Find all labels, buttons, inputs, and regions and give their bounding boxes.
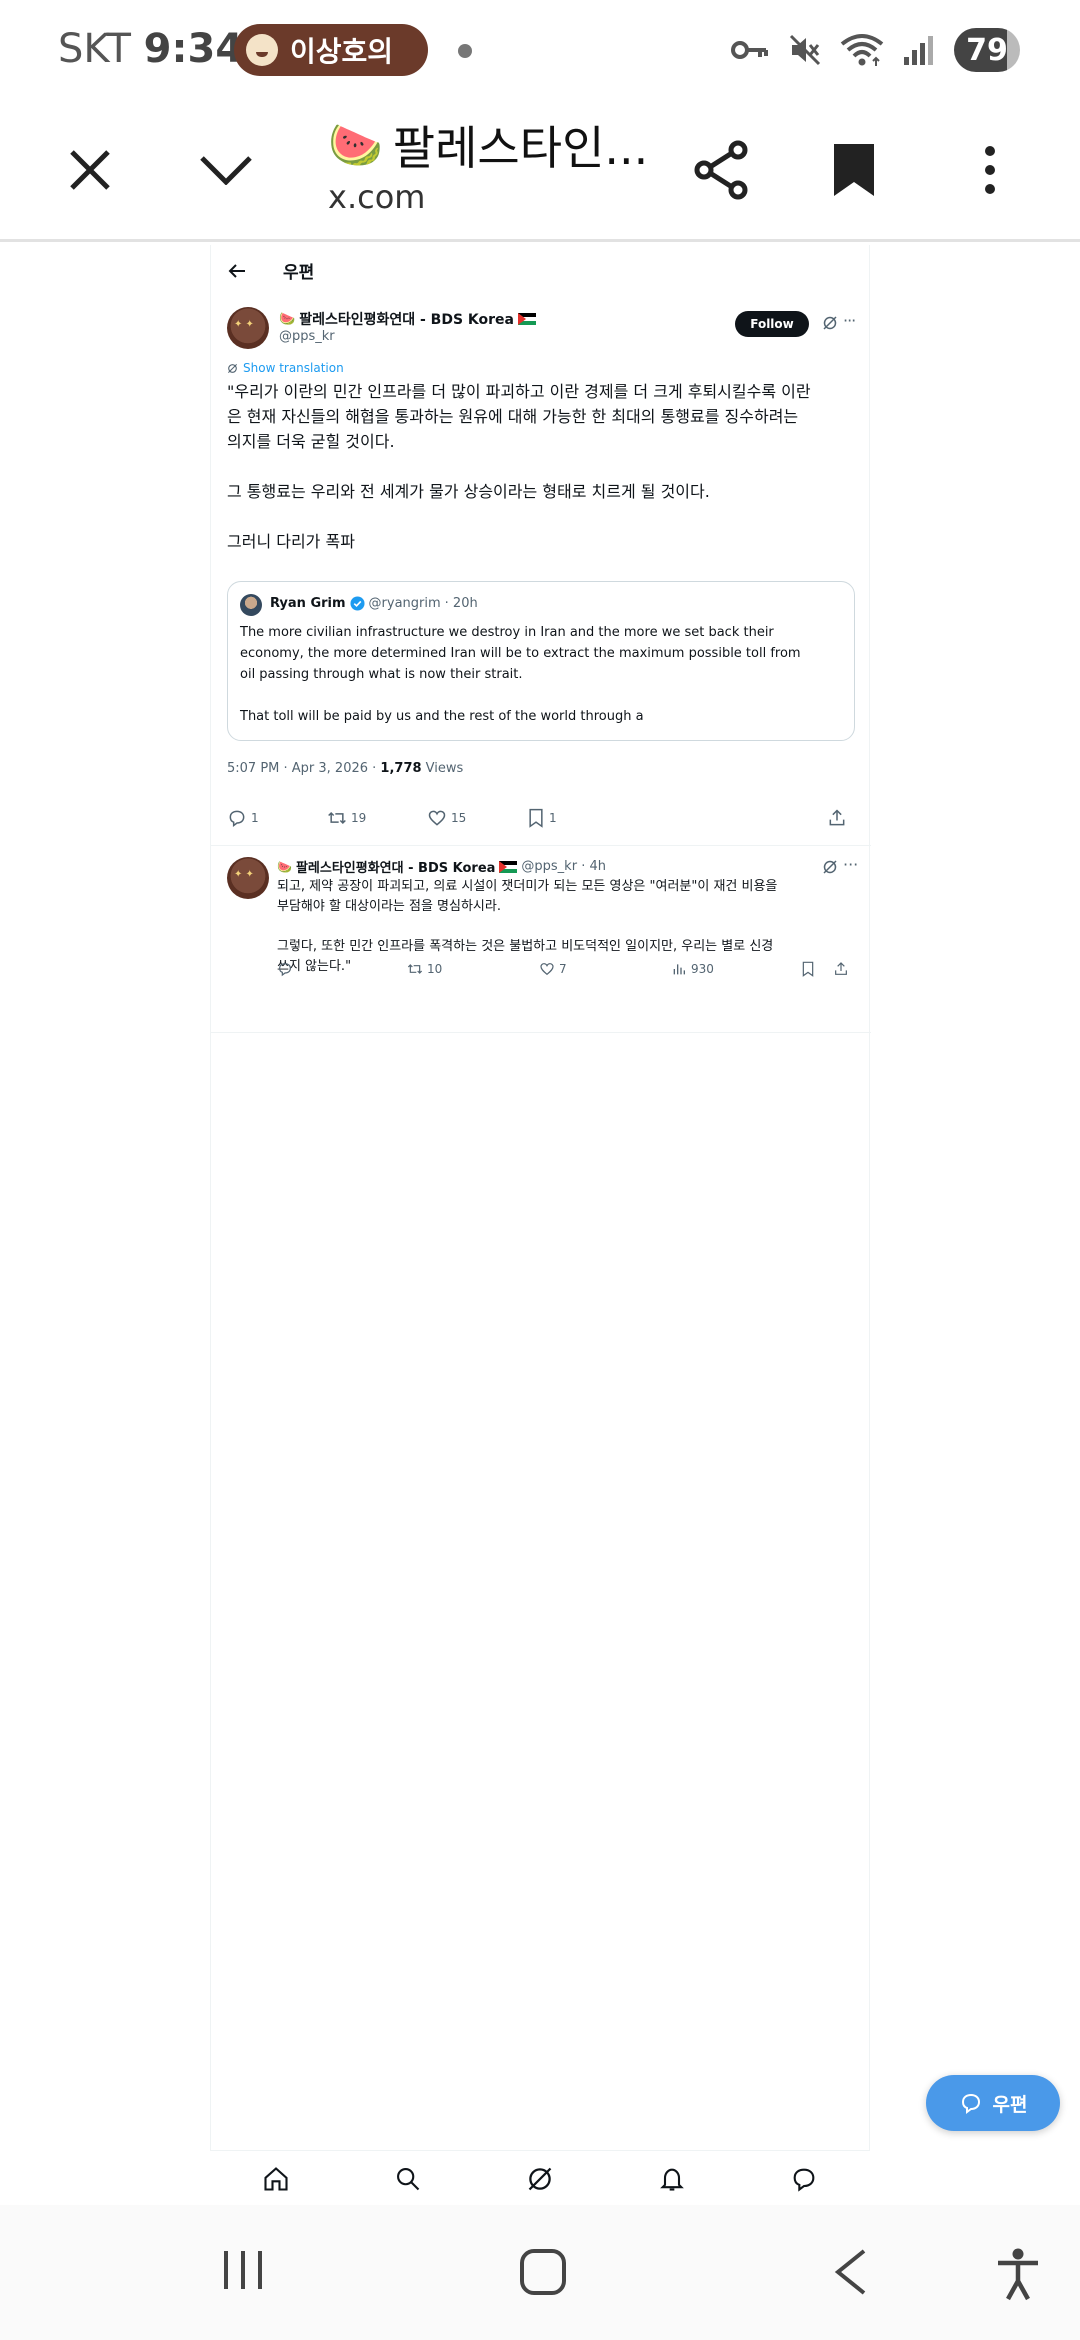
page-content: 우편 🍉 팔레스타인평화연대 - BDS Korea @pps_kr Follo… (210, 245, 871, 2150)
bookmark-button[interactable] (814, 130, 894, 210)
verified-badge-icon (350, 596, 365, 611)
reply-author[interactable]: 🍉 팔레스타인평화연대 - BDS Korea @pps_kr · 4h (277, 857, 606, 876)
grok-icon (227, 363, 238, 373)
like-button[interactable]: 15 (427, 808, 466, 828)
quoted-avatar (240, 594, 262, 616)
reply-icon (229, 810, 245, 827)
share-button[interactable] (682, 130, 762, 210)
share-upload-icon (835, 962, 847, 975)
accessibility-icon[interactable] (994, 2247, 1042, 2301)
bread-face-icon (246, 34, 278, 66)
status-time: SKT 9:34 (58, 26, 244, 72)
heart-icon (428, 810, 446, 826)
battery-indicator: 79 (954, 28, 1020, 72)
tweet-actions: 1 19 15 1 (227, 808, 855, 832)
watermelon-icon: 🍉 (279, 311, 296, 327)
heart-icon (540, 963, 554, 976)
notifications-bell-icon[interactable] (658, 2165, 686, 2193)
reply-icon (279, 963, 291, 977)
palestine-flag-icon (517, 313, 536, 325)
tweet-meta: 5:07 PM · Apr 3, 2026 · 1,778 Views (227, 761, 464, 776)
repost-icon (407, 964, 423, 974)
follow-button[interactable]: Follow (735, 311, 809, 337)
divider (211, 845, 871, 846)
repost-button[interactable]: 10 (407, 961, 442, 977)
reply-tweet[interactable]: 🍉 팔레스타인평화연대 - BDS Korea @pps_kr · 4h ···… (227, 855, 858, 977)
reply-button[interactable]: 1 (227, 808, 259, 828)
like-button[interactable]: 7 (539, 961, 567, 977)
vpn-key-icon (731, 41, 768, 59)
watermelon-icon: 🍉 (277, 859, 292, 874)
quoted-tweet[interactable]: Ryan Grim @ryangrim · 20h The more civil… (227, 581, 855, 741)
chat-bubble-icon (961, 2093, 980, 2114)
share-icon (694, 140, 748, 200)
bookmark-tweet-button[interactable] (801, 961, 815, 977)
status-icons: 79 (730, 22, 1020, 78)
more-vertical-icon (985, 146, 995, 194)
status-bar: SKT 9:34 이상호의 79 (0, 0, 1080, 100)
grok-icon[interactable] (822, 315, 838, 331)
more-options-button[interactable] (950, 130, 1030, 210)
show-translation-link[interactable]: Show translation (227, 361, 344, 375)
home-icon[interactable] (262, 2165, 290, 2193)
quoted-text: The more civilian infrastructure we dest… (240, 625, 801, 724)
views-count: 1,778 (380, 761, 422, 776)
app-bottom-nav (210, 2150, 870, 2206)
home-button-icon[interactable] (518, 2247, 568, 2297)
bookmark-icon (802, 961, 814, 977)
author-name[interactable]: 🍉 팔레스타인평화연대 - BDS Korea (279, 309, 536, 329)
palestine-flag-icon (499, 860, 518, 873)
share-upload-icon (829, 809, 845, 826)
reply-button[interactable] (277, 961, 293, 977)
page-header: 우편 (211, 245, 871, 297)
more-options-icon[interactable]: ··· (843, 855, 858, 874)
close-icon (70, 150, 110, 190)
reply-actions: 10 7 930 (277, 961, 855, 981)
page-url: x.com (328, 178, 426, 216)
share-tweet-button[interactable] (827, 808, 847, 828)
collapse-button[interactable] (186, 130, 266, 210)
grok-icon[interactable] (822, 859, 838, 875)
browser-toolbar: 🍉 팔레스타인... x.com (0, 100, 1080, 242)
header-title: 우편 (283, 263, 315, 283)
reply-avatar[interactable] (227, 857, 269, 899)
watermelon-icon: 🍉 (328, 120, 383, 171)
messages-icon[interactable] (790, 2165, 818, 2193)
notification-dot (458, 44, 472, 58)
analytics-icon (673, 964, 685, 975)
signal-icon (904, 36, 933, 65)
share-tweet-button[interactable] (833, 961, 849, 977)
page-title: 🍉 팔레스타인... (328, 120, 649, 175)
wifi-icon (840, 34, 884, 66)
notification-pill[interactable]: 이상호의 (234, 24, 428, 76)
recent-apps-icon[interactable] (220, 2247, 266, 2293)
search-icon[interactable] (394, 2165, 422, 2193)
avatar[interactable] (227, 307, 269, 349)
chevron-down-icon (200, 156, 252, 185)
close-tab-button[interactable] (50, 130, 130, 210)
bookmark-filled-icon (834, 144, 874, 196)
more-options-icon[interactable]: ··· (843, 311, 856, 330)
bookmark-tweet-button[interactable]: 1 (527, 808, 557, 828)
quoted-header: Ryan Grim @ryangrim · 20h (270, 596, 478, 611)
views-button[interactable]: 930 (671, 961, 714, 977)
back-arrow-icon[interactable] (225, 259, 249, 283)
mute-icon (789, 34, 821, 66)
tweet-text: "우리가 이란의 민간 인프라를 더 많이 파괴하고 이란 경제를 더 크게 후… (227, 382, 811, 551)
divider (211, 1032, 871, 1033)
messages-fab[interactable]: 우편 (926, 2075, 1060, 2131)
grok-icon[interactable] (526, 2165, 554, 2193)
repost-icon (328, 811, 346, 825)
notification-pill-label: 이상호의 (290, 35, 394, 68)
system-nav-bar (0, 2205, 1080, 2340)
back-icon[interactable] (830, 2247, 870, 2297)
bookmark-icon (529, 808, 543, 828)
repost-button[interactable]: 19 (327, 808, 366, 828)
author-handle[interactable]: @pps_kr (279, 329, 335, 344)
